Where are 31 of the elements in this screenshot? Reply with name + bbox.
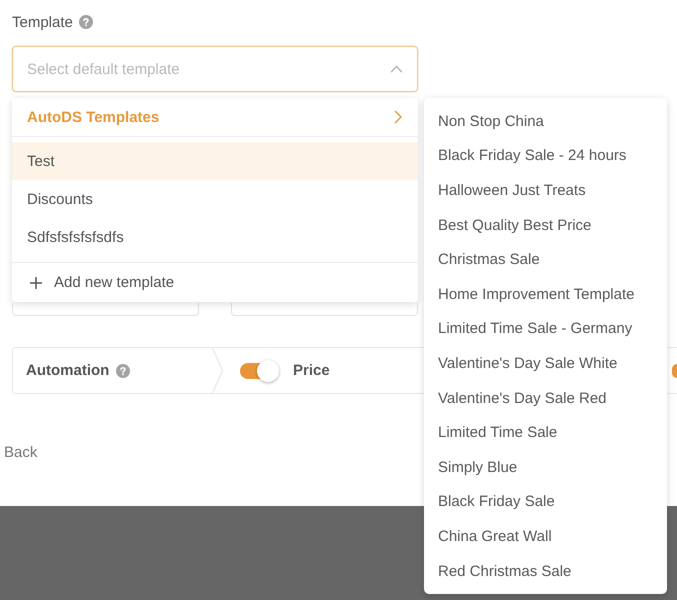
menu-item[interactable]: Red Christmas Sale — [424, 554, 667, 588]
section-label: Automation — [26, 362, 110, 379]
toggle-switch[interactable] — [240, 360, 280, 382]
add-template-button[interactable]: Add new template — [12, 263, 418, 302]
toggle-switch[interactable] — [672, 364, 677, 378]
input-field[interactable] — [231, 303, 418, 316]
menu-item[interactable]: Best Quality Best Price — [424, 208, 667, 242]
menu-item[interactable]: Black Friday Sale — [424, 484, 667, 520]
menu-item[interactable]: Valentine's Day Sale White — [424, 346, 667, 381]
chevron-icon — [390, 65, 403, 73]
menu-item[interactable]: Non Stop China — [424, 104, 667, 139]
menu-item[interactable]: China Great Wall — [424, 519, 667, 554]
menu-item[interactable]: Sdfsfsfsfsfsdfs — [12, 218, 418, 256]
field-label: Template — [12, 14, 73, 30]
menu-item[interactable]: Limited Time Sale — [424, 415, 667, 450]
menu-item[interactable]: Simply Blue — [424, 450, 667, 485]
menu-item[interactable]: Home Improvement Template — [424, 276, 667, 312]
menu-item[interactable]: Valentine's Day Sale Red — [424, 380, 667, 416]
help-icon[interactable] — [116, 364, 130, 378]
menu-item[interactable]: Black Friday Sale - 24 hours — [424, 138, 667, 174]
menu-item[interactable]: Test — [12, 142, 418, 180]
menu-item[interactable]: Halloween Just Treats — [424, 173, 667, 208]
menu-item[interactable]: Discounts — [12, 180, 418, 218]
back-button[interactable]: Back — [4, 444, 38, 461]
input-field[interactable] — [12, 303, 199, 316]
menu-item[interactable]: Limited Time Sale - Germany — [424, 312, 667, 346]
chevron-right-icon — [394, 110, 402, 124]
toggle-label: Price — [293, 362, 330, 379]
help-icon[interactable] — [78, 15, 93, 29]
plus-icon — [30, 276, 42, 288]
menu-item[interactable]: Christmas Sale — [424, 242, 667, 277]
